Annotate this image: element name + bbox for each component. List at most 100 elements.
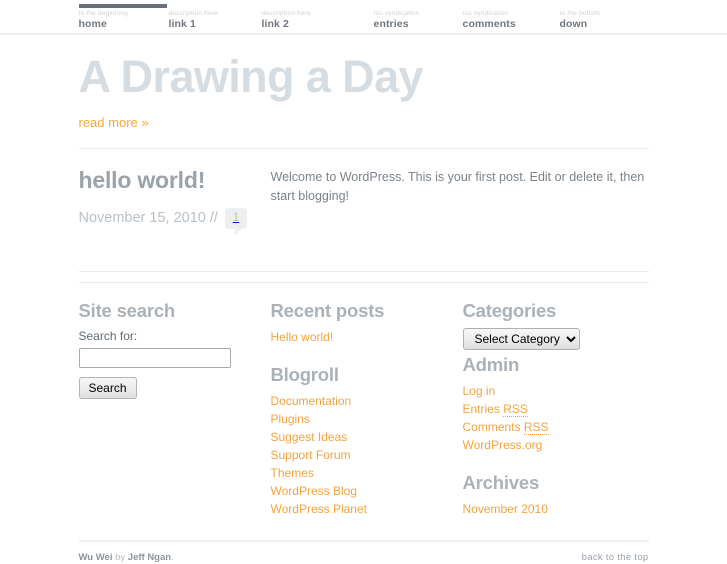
- footer-period: .: [171, 552, 174, 563]
- post-divider-top: [78, 271, 649, 272]
- post-title[interactable]: hello world!: [79, 166, 271, 194]
- nav-indicator: [261, 4, 350, 8]
- nav-item-label: link 1: [168, 18, 196, 30]
- widget-title-admin: Admin: [462, 354, 520, 375]
- list-item: Hello world!: [271, 328, 463, 346]
- nav-indicator: [462, 4, 551, 8]
- nav-item-link-2[interactable]: description here link 2: [261, 4, 374, 31]
- list-item: Themes: [271, 464, 463, 482]
- widget-archives: Archives November 2010: [463, 472, 649, 518]
- admin-link-login[interactable]: Log in: [463, 383, 496, 400]
- content-wrapper: A Drawing a Day read more » hello world!…: [78, 33, 649, 564]
- widget-area: Site search Search for: Search Recent po…: [78, 283, 649, 518]
- blogroll-list: Documentation Plugins Suggest Ideas Supp…: [271, 392, 463, 518]
- widget-column-3: Categories Select Category Admin Log in …: [462, 300, 649, 518]
- list-item: November 2010: [463, 500, 649, 518]
- post-date: November 15, 2010 //: [78, 210, 218, 226]
- list-item: Support Forum: [271, 446, 463, 464]
- blogroll-link-support-forum[interactable]: Support Forum: [271, 447, 351, 464]
- post-meta: hello world! November 15, 2010 // 1: [79, 166, 271, 242]
- archives-list: November 2010: [463, 500, 649, 518]
- comment-count: 1: [232, 212, 240, 224]
- read-more-link[interactable]: read more »: [79, 115, 149, 131]
- nav-item-down[interactable]: to the bottom down: [559, 4, 648, 31]
- widget-title-categories: Categories: [462, 300, 557, 321]
- category-select[interactable]: Select Category: [462, 328, 580, 350]
- widget-blogroll: Blogroll Documentation Plugins Suggest I…: [271, 364, 463, 518]
- blogroll-link-documentation[interactable]: Documentation: [271, 393, 352, 410]
- widget-column-1: Site search Search for: Search: [78, 300, 271, 518]
- footer-credit: Wu Wei by Jeff Ngan.: [79, 551, 174, 564]
- widget-categories: Categories Select Category: [462, 300, 649, 354]
- back-to-top-link[interactable]: back to the top: [582, 551, 649, 564]
- list-item: Plugins: [271, 410, 463, 428]
- list-item: Log in: [463, 382, 649, 400]
- list-item: WordPress.org: [463, 436, 649, 454]
- nav-item-entries[interactable]: rss syndication entries: [373, 4, 463, 31]
- nav-item-label: home: [78, 18, 107, 30]
- widget-title-recent-posts: Recent posts: [270, 300, 385, 321]
- blog-header: A Drawing a Day read more »: [79, 33, 649, 132]
- admin-link-text: Entries: [462, 402, 504, 416]
- theme-author: Jeff Ngan: [127, 552, 172, 563]
- post-excerpt: Welcome to WordPress. This is your first…: [270, 170, 645, 203]
- nav-indicator: [373, 4, 462, 8]
- admin-link-text: Comments: [462, 420, 524, 434]
- nav-item-link-1[interactable]: description here link 1: [168, 4, 262, 31]
- list-item: Documentation: [271, 392, 463, 410]
- blogroll-link-themes[interactable]: Themes: [271, 465, 314, 482]
- widget-recent-posts: Recent posts Hello world!: [271, 300, 463, 346]
- search-label: Search for:: [78, 329, 138, 343]
- widget-title-site-search: Site search: [78, 300, 176, 321]
- nav-indicator: [168, 4, 257, 8]
- page-title: A Drawing a Day: [78, 51, 424, 102]
- search-button[interactable]: Search: [78, 377, 137, 399]
- list-item: WordPress Blog: [271, 482, 463, 500]
- nav-item-label: comments: [462, 18, 516, 30]
- post-article: hello world! November 15, 2010 // 1 Welc…: [79, 149, 649, 242]
- nav-item-label: entries: [373, 18, 409, 30]
- theme-name: Wu Wei: [78, 552, 113, 563]
- nav-item-label: link 2: [261, 18, 289, 30]
- search-form: Search for: Search: [78, 328, 271, 399]
- blogroll-link-plugins[interactable]: Plugins: [271, 411, 310, 428]
- top-navigation: to the beginning home description here l…: [0, 0, 727, 35]
- admin-link-text: Log in: [462, 384, 496, 398]
- blogroll-link-wordpress-planet[interactable]: WordPress Planet: [271, 501, 368, 518]
- widget-admin: Admin Log in Entries RSS Comments RSS Wo…: [463, 354, 649, 454]
- admin-link-comments-rss[interactable]: Comments RSS: [463, 419, 549, 436]
- comment-count-bubble[interactable]: 1: [224, 208, 247, 236]
- nav-item-comments[interactable]: rss syndication comments: [462, 4, 560, 31]
- admin-link-text: WordPress.org: [462, 438, 543, 452]
- admin-link-entries-rss[interactable]: Entries RSS: [463, 401, 528, 418]
- list-item: Suggest Ideas: [271, 428, 463, 446]
- list-item: Entries RSS: [463, 400, 649, 418]
- widget-site-search: Site search Search for: Search: [78, 300, 271, 399]
- widget-column-2: Recent posts Hello world! Blogroll Docum…: [271, 300, 463, 518]
- widget-title-archives: Archives: [462, 472, 540, 493]
- archive-link-november-2010[interactable]: November 2010: [463, 501, 548, 518]
- recent-posts-list: Hello world!: [271, 328, 463, 346]
- search-input[interactable]: [78, 348, 231, 368]
- widget-title-blogroll: Blogroll: [270, 364, 339, 385]
- nav-item-description: description here: [261, 10, 311, 17]
- nav-item-description: description here: [168, 10, 218, 17]
- page-root: to the beginning home description here l…: [0, 0, 727, 564]
- admin-list: Log in Entries RSS Comments RSS WordPres…: [463, 382, 649, 454]
- blogroll-link-suggest-ideas[interactable]: Suggest Ideas: [271, 429, 348, 446]
- nav-item-label: down: [559, 18, 588, 30]
- footer-by: by: [112, 552, 128, 563]
- nav-item-description: rss syndication: [373, 10, 420, 17]
- rss-abbr: RSS: [523, 420, 549, 435]
- top-navigation-inner: to the beginning home description here l…: [78, 0, 649, 31]
- nav-item-home[interactable]: to the beginning home: [78, 4, 169, 31]
- rss-abbr: RSS: [503, 402, 528, 417]
- blogroll-link-wordpress-blog[interactable]: WordPress Blog: [271, 483, 357, 500]
- page-footer: Wu Wei by Jeff Ngan. back to the top: [79, 542, 649, 564]
- list-item: Comments RSS: [463, 418, 649, 436]
- recent-post-link[interactable]: Hello world!: [271, 329, 334, 346]
- admin-link-wordpress-org[interactable]: WordPress.org: [463, 437, 543, 454]
- nav-active-indicator: [78, 4, 167, 8]
- post-date-row: November 15, 2010 // 1: [79, 208, 271, 242]
- nav-item-description: to the beginning: [78, 10, 128, 17]
